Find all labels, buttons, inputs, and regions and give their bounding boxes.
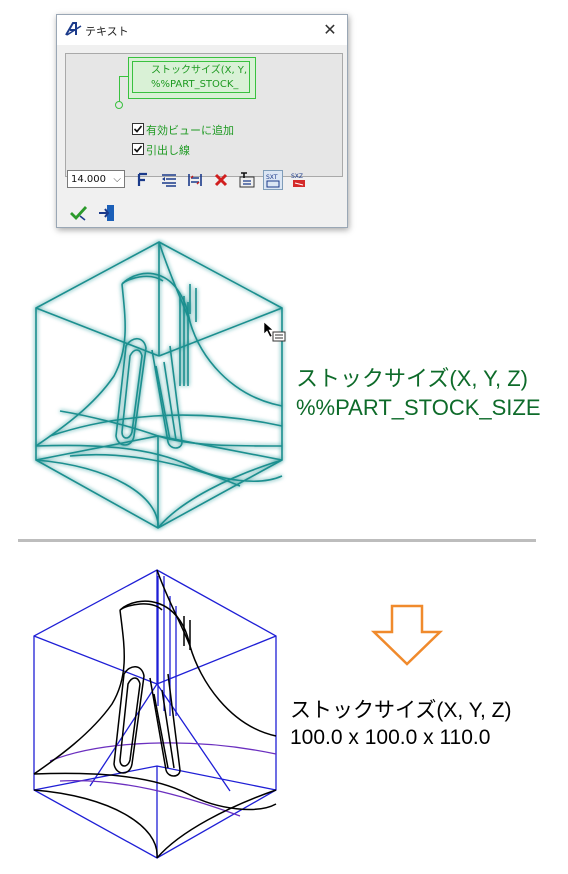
text-format-icon [239, 172, 255, 188]
checkbox[interactable] [132, 143, 144, 155]
app-logo-icon [65, 21, 83, 40]
option-leader-line[interactable]: 引出し線 [132, 143, 190, 157]
label-line-1: ストックサイズ(X, Y, Z) [296, 366, 528, 391]
option-label: 有効ビューに追加 [146, 124, 234, 137]
checkbox[interactable] [132, 123, 144, 135]
label-line-1: ストックサイズ(X, Y, Z) [290, 699, 512, 722]
text-format-button[interactable] [237, 170, 257, 190]
dialog-title: テキスト [85, 25, 129, 38]
spacing-button[interactable] [185, 170, 205, 190]
dialog-titlebar: テキスト ✕ [57, 15, 347, 45]
stock-size-button[interactable]: SXT [263, 170, 283, 190]
align-button[interactable] [159, 170, 179, 190]
preview-canvas: ストックサイズ(X, Y, %%PART_STOCK_ 有効ビューに追加 引出し… [65, 53, 343, 177]
exit-door-icon [99, 205, 114, 221]
text-dialog: テキスト ✕ ストックサイズ(X, Y, %%PART_STOCK_ 有効ビュー… [56, 14, 348, 228]
text-preview-frame[interactable]: ストックサイズ(X, Y, %%PART_STOCK_ [128, 57, 256, 99]
checkmark-icon [70, 206, 88, 221]
svg-text:SXT: SXT [266, 174, 278, 181]
label-line-2: 100.0 x 100.0 x 110.0 [290, 726, 491, 749]
font-size-select[interactable]: 14.000 ⌵ [67, 170, 125, 188]
part-model-teal [35, 241, 286, 529]
svg-text:SXZ: SXZ [291, 173, 303, 180]
stock-size-icon: SXT [266, 174, 280, 188]
option-add-to-active-view[interactable]: 有効ビューに追加 [132, 123, 234, 137]
leader-anchor[interactable] [115, 101, 123, 109]
align-icon [162, 174, 176, 187]
option-label: 引出し線 [146, 144, 190, 157]
symbol-button[interactable]: SXZ [289, 170, 309, 190]
ok-button[interactable] [69, 203, 89, 223]
spacing-icon [188, 174, 202, 186]
preview-line-1: ストックサイズ(X, Y, [151, 65, 248, 76]
arrow-down-icon [370, 604, 444, 666]
exit-button[interactable] [97, 203, 117, 223]
part-model-result [33, 569, 277, 859]
section-divider [18, 539, 536, 542]
text-toolbar: 14.000 ⌵ SXT SXZ [65, 170, 341, 192]
delete-icon [214, 173, 228, 187]
label-line-2: %%PART_STOCK_SIZE [296, 395, 541, 420]
font-button[interactable] [133, 170, 153, 190]
font-size-value: 14.000 [71, 174, 106, 185]
text-preview: ストックサイズ(X, Y, %%PART_STOCK_ [132, 61, 250, 93]
preview-line-2: %%PART_STOCK_ [151, 79, 239, 90]
stock-size-label-result: ストックサイズ(X, Y, Z) 100.0 x 100.0 x 110.0 [290, 697, 511, 751]
font-icon [137, 172, 147, 186]
symbol-icon: SXZ [291, 173, 305, 187]
delete-button[interactable] [211, 170, 231, 190]
close-button[interactable]: ✕ [319, 19, 341, 41]
stock-size-label-template: ストックサイズ(X, Y, Z) %%PART_STOCK_SIZE [296, 364, 541, 422]
chevron-down-icon: ⌵ [113, 174, 121, 185]
